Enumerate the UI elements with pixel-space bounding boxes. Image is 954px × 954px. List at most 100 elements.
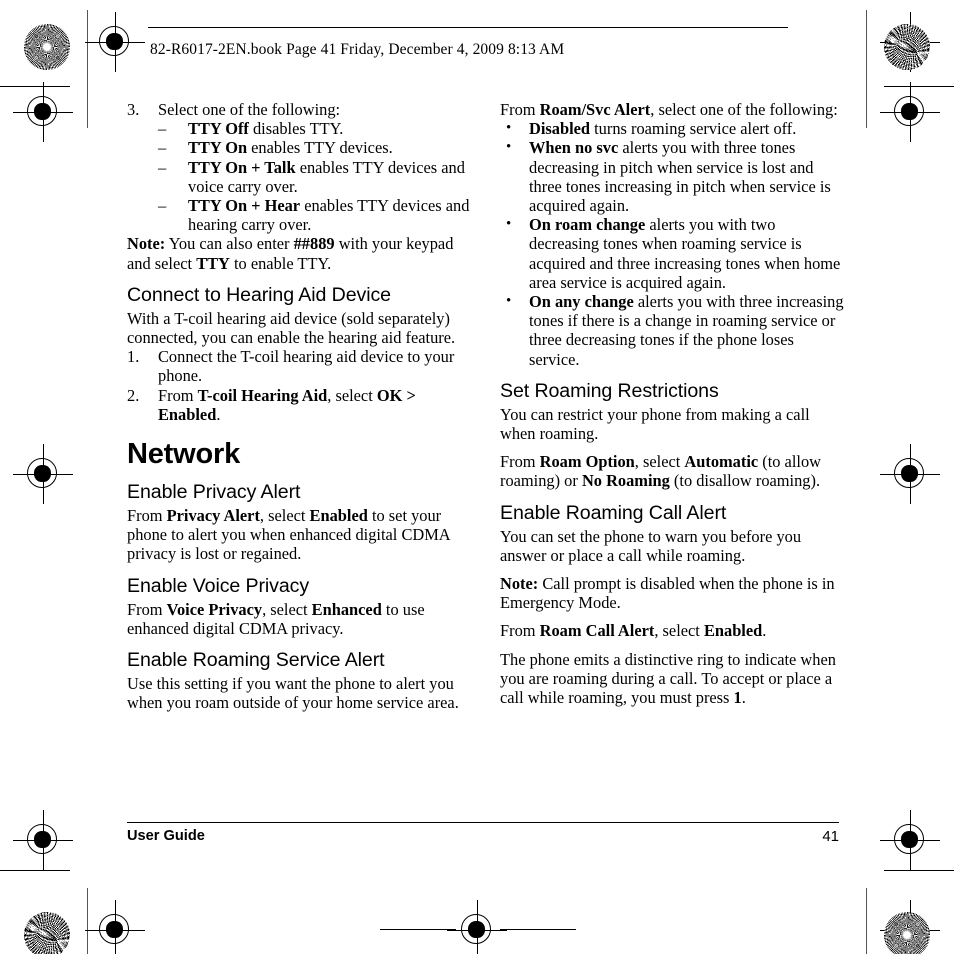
note-part1: You can also enter	[165, 234, 294, 254]
roam-svc-alert-intro: From Roam/Svc Alert, select one of the f…	[500, 100, 845, 119]
crop-rule-left-bottom	[0, 870, 70, 871]
note-part3: to enable TTY.	[229, 253, 332, 273]
option-name: Disabled	[529, 119, 591, 139]
registration-target-right-middle	[880, 444, 940, 504]
page-number: 41	[822, 828, 839, 845]
heading-enable-roaming-service-alert: Enable Roaming Service Alert	[127, 649, 385, 672]
crop-rule-right-top	[884, 86, 954, 87]
heading-enable-voice-privacy: Enable Voice Privacy	[127, 574, 310, 597]
rca-key: 1	[733, 688, 742, 708]
vp-pre: From	[127, 599, 167, 619]
trim-line-bottom-left-vertical	[87, 888, 88, 954]
crop-rule-right-bottom	[884, 870, 954, 871]
list-item: – TTY On + Talk enables TTY devices and …	[158, 158, 472, 196]
dash-marker: –	[158, 196, 167, 216]
list-item: – TTY On enables TTY devices.	[158, 138, 472, 157]
list-item: – TTY On + Hear enables TTY devices and …	[158, 196, 472, 234]
step-pre: From	[158, 385, 198, 405]
rr-menu: Roam Option	[539, 452, 635, 472]
heading-enable-roaming-call-alert: Enable Roaming Call Alert	[500, 501, 727, 524]
option-name: TTY On + Hear	[188, 196, 301, 216]
pa-mid: , select	[259, 506, 310, 526]
rr-value2: No Roaming	[581, 471, 670, 491]
registration-target-bottom-left	[85, 900, 145, 954]
rsa-pre: From	[500, 100, 540, 119]
registration-target-top-left	[85, 12, 145, 72]
crop-rule-bottom-center-left	[380, 929, 456, 930]
rr-value1: Automatic	[684, 452, 759, 472]
tty-note: Note: You can also enter ##889 with your…	[127, 234, 472, 272]
vp-mid: , select	[262, 599, 312, 619]
dash-marker: –	[158, 157, 167, 177]
file-header-text: 82-R6017-2EN.book Page 41 Friday, Decemb…	[150, 41, 565, 58]
trim-line-bottom-right-vertical	[866, 888, 867, 954]
pa-menu: Privacy Alert	[166, 506, 260, 526]
list-item: 1. Connect the T-coil hearing aid device…	[127, 347, 472, 385]
footer-label: User Guide	[127, 828, 205, 844]
option-name: TTY Off	[188, 119, 249, 139]
printed-page: 82-R6017-2EN.book Page 41 Friday, Decemb…	[0, 0, 954, 954]
registration-target-right-upper	[880, 82, 940, 142]
density-disc-moire-bottom-left	[24, 912, 70, 954]
list-marker: 3.	[127, 100, 140, 119]
rca-closing-post: .	[741, 688, 746, 708]
registration-target-bottom-center	[447, 900, 507, 954]
option-desc: disables TTY.	[248, 119, 344, 139]
tty-option-list: – TTY Off disables TTY. – TTY On enables…	[158, 119, 472, 234]
rr-pre: From	[500, 452, 540, 472]
bullet-marker: •	[506, 139, 512, 156]
option-name: TTY On	[188, 138, 248, 158]
page-footer: User Guide 41	[127, 828, 839, 845]
list-item: – TTY Off disables TTY.	[158, 119, 472, 138]
roaming-call-alert-closing: The phone emits a distinctive ring to in…	[500, 650, 845, 708]
rr-mid1: , select	[634, 452, 685, 472]
list-marker: 2.	[127, 385, 140, 405]
rsa-post: , select one of the following:	[650, 100, 838, 119]
voice-privacy-body: From Voice Privacy, select Enhanced to u…	[127, 600, 472, 638]
list-item: 2. From T-coil Hearing Aid, select OK > …	[127, 386, 472, 424]
crop-rule-bottom-center-right	[500, 929, 576, 930]
rca-value: Enabled	[703, 621, 763, 641]
list-text: Connect the T-coil hearing aid device to…	[158, 347, 455, 386]
roaming-restrictions-body: From Roam Option, select Automatic (to a…	[500, 452, 845, 490]
left-column: 3. Select one of the following: – TTY Of…	[127, 100, 472, 712]
registration-target-right-lower	[880, 810, 940, 870]
option-desc: enables TTY devices.	[247, 138, 393, 158]
registration-target-left-middle	[13, 444, 73, 504]
registration-target-left-upper	[13, 82, 73, 142]
option-name: On roam change	[529, 215, 646, 235]
density-disc-starburst-top-left	[24, 24, 70, 70]
privacy-alert-body: From Privacy Alert, select Enabled to se…	[127, 506, 472, 564]
crop-rule-left-top	[0, 86, 70, 87]
list-item: • Disabled turns roaming service alert o…	[500, 119, 845, 138]
note-text: Call prompt is disabled when the phone i…	[500, 574, 835, 613]
option-name: When no svc	[529, 138, 619, 158]
list-item: • When no svc alerts you with three tone…	[500, 138, 845, 215]
vp-value: Enhanced	[311, 599, 382, 619]
step-menu: T-coil Hearing Aid	[197, 385, 328, 405]
rca-mid: , select	[654, 621, 704, 641]
roam-svc-alert-option-list: • Disabled turns roaming service alert o…	[500, 119, 845, 369]
note-menu: TTY	[196, 253, 230, 273]
heading-network: Network	[127, 438, 241, 471]
step-post: .	[216, 404, 221, 424]
pa-pre: From	[127, 506, 167, 526]
bullet-marker: •	[506, 293, 512, 310]
note-code: ##889	[293, 234, 335, 254]
registration-target-left-lower	[13, 810, 73, 870]
file-header-rule	[148, 27, 788, 29]
option-name: TTY On + Talk	[188, 157, 296, 177]
rsa-menu: Roam/Svc Alert	[539, 100, 651, 119]
note-label: Note:	[500, 574, 539, 594]
density-disc-starburst-bottom-right	[884, 912, 930, 954]
note-label: Note:	[127, 234, 166, 254]
list-item: • On roam change alerts you with two dec…	[500, 215, 845, 292]
heading-enable-privacy-alert: Enable Privacy Alert	[127, 481, 301, 504]
trim-line-top-left-vertical	[87, 10, 88, 128]
rca-pre: From	[500, 621, 540, 641]
trim-line-top-right-vertical	[866, 10, 867, 128]
roaming-call-alert-note: Note: Call prompt is disabled when the p…	[500, 574, 845, 612]
dash-marker: –	[158, 119, 167, 139]
hearing-aid-intro: With a T-coil hearing aid device (sold s…	[127, 308, 456, 348]
rr-post: (to disallow roaming).	[669, 471, 821, 491]
